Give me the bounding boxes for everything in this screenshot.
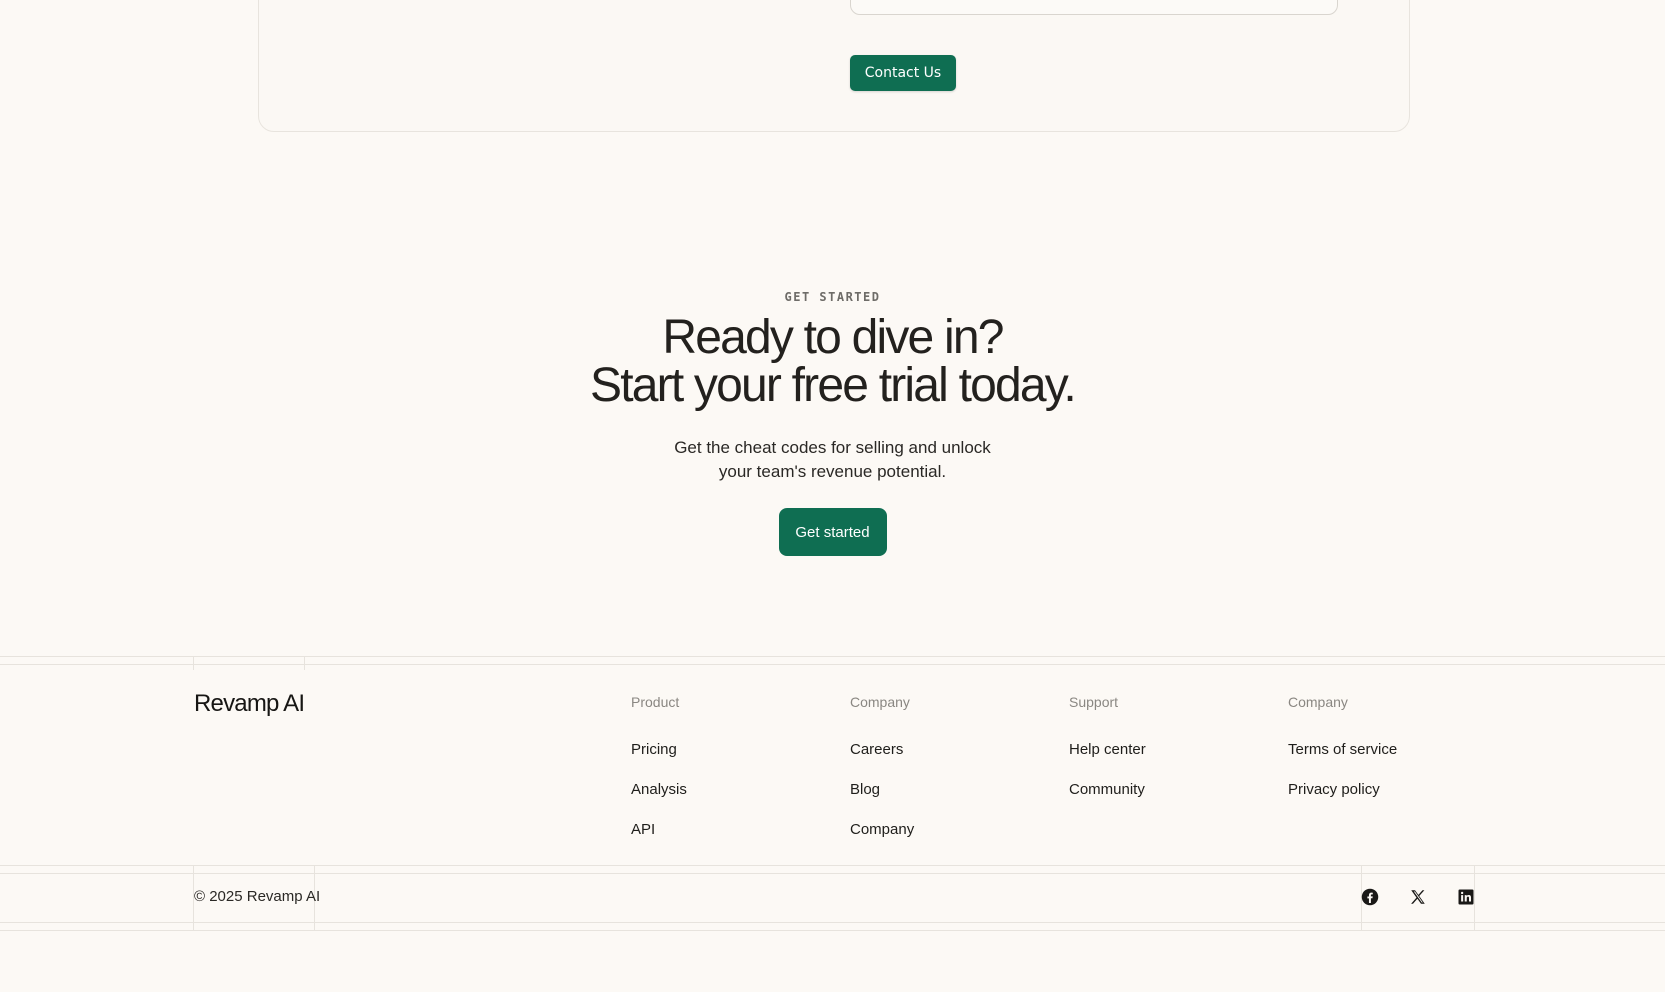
contact-card [258, 0, 1410, 132]
footer-column-company: Company Careers Blog Company [850, 692, 914, 860]
footer-column-heading: Company [1288, 694, 1348, 710]
footer-column-product: Product Pricing Analysis API [631, 692, 687, 860]
linkedin-icon[interactable] [1457, 888, 1477, 908]
footer-link-company[interactable]: Company [850, 820, 914, 860]
get-started-button[interactable]: Get started [778, 508, 887, 556]
footer-logo[interactable]: Revamp AI [194, 690, 305, 718]
cta-title-line2: Start your free trial today. [590, 359, 1077, 412]
footer-link-careers[interactable]: Careers [850, 740, 914, 780]
footer-link-pricing[interactable]: Pricing [631, 740, 687, 780]
footer-divider [0, 656, 1665, 657]
footer-link-community[interactable]: Community [1069, 780, 1146, 820]
footer-divider [0, 865, 1665, 866]
footer-column-legal: Company Terms of service Privacy policy [1288, 692, 1397, 820]
cta-subtitle-line1: Get the cheat codes for selling and unlo… [674, 438, 991, 457]
footer-column-heading: Company [850, 694, 910, 710]
footer-divider [0, 922, 1665, 923]
facebook-icon[interactable] [1361, 888, 1381, 908]
copyright: © 2025 Revamp AI [194, 888, 321, 905]
grid-line [193, 656, 194, 670]
x-icon[interactable] [1409, 888, 1429, 908]
cta-title-line1: Ready to dive in? [662, 311, 1004, 364]
footer-link-privacy[interactable]: Privacy policy [1288, 780, 1397, 820]
cta-subtitle: Get the cheat codes for selling and unlo… [663, 436, 1003, 484]
contact-us-button[interactable]: Contact Us [850, 55, 956, 91]
footer-column-support: Support Help center Community [1069, 692, 1146, 820]
footer-column-heading: Support [1069, 694, 1119, 710]
footer-divider [0, 930, 1665, 931]
cta-section: GET STARTED Ready to dive in? Start your… [0, 290, 1665, 556]
cta-eyebrow: GET STARTED [784, 290, 881, 304]
footer-link-terms[interactable]: Terms of service [1288, 740, 1397, 780]
grid-line [304, 656, 305, 670]
footer-link-help-center[interactable]: Help center [1069, 740, 1146, 780]
footer-divider [0, 664, 1665, 665]
footer-link-analysis[interactable]: Analysis [631, 780, 687, 820]
cta-subtitle-line2: your team's revenue potential. [718, 462, 947, 481]
cta-title: Ready to dive in? Start your free trial … [0, 314, 1665, 410]
footer-column-heading: Product [631, 694, 680, 710]
footer-link-api[interactable]: API [631, 820, 687, 860]
footer-divider [0, 873, 1665, 874]
contact-message-field[interactable] [850, 0, 1338, 15]
footer-link-blog[interactable]: Blog [850, 780, 914, 820]
